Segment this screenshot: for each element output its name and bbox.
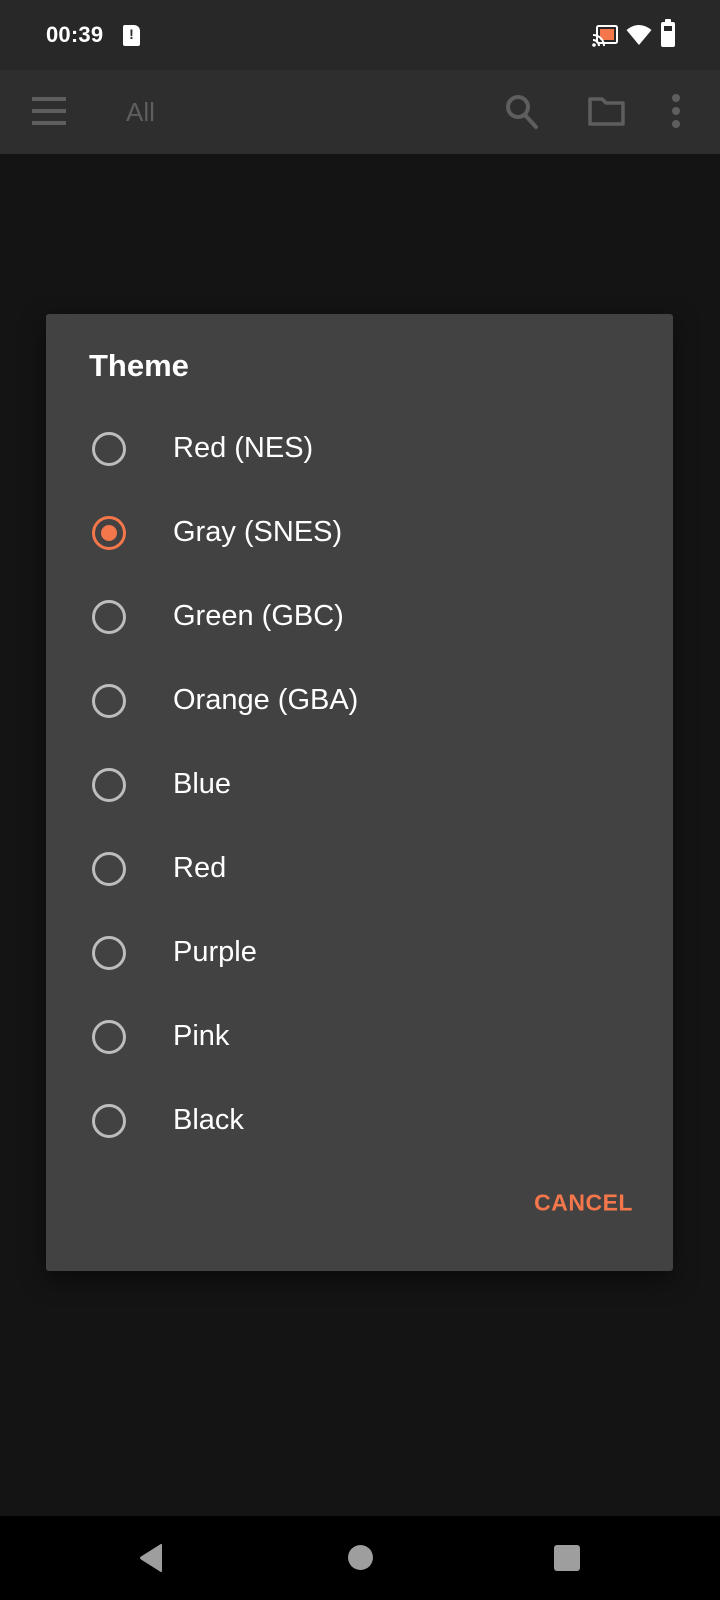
- battery-icon: [661, 19, 675, 47]
- radio-button-unchecked[interactable]: [92, 1104, 126, 1138]
- theme-option-label: Gray (SNES): [173, 516, 343, 548]
- cancel-button[interactable]: CANCEL: [534, 1190, 633, 1217]
- theme-option-label: Black: [173, 1104, 244, 1136]
- status-bar: 00:39: [0, 0, 720, 70]
- theme-option[interactable]: Purple: [46, 911, 673, 995]
- radio-button-unchecked[interactable]: [92, 600, 126, 634]
- dialog-title: Theme: [89, 348, 189, 383]
- app-title: All: [126, 97, 155, 127]
- theme-option[interactable]: Pink: [46, 995, 673, 1079]
- theme-option-label: Orange (GBA): [173, 684, 359, 716]
- app-bar: All: [0, 70, 720, 154]
- theme-option[interactable]: Red (NES): [46, 407, 673, 491]
- theme-option[interactable]: Blue: [46, 743, 673, 827]
- navigation-bar: [0, 1516, 720, 1600]
- search-icon[interactable]: [505, 94, 539, 130]
- home-icon[interactable]: [348, 1545, 373, 1570]
- theme-option[interactable]: Green (GBC): [46, 575, 673, 659]
- radio-button-unchecked[interactable]: [92, 936, 126, 970]
- radio-button-unchecked[interactable]: [92, 432, 126, 466]
- sim-alert-icon: [123, 25, 140, 46]
- theme-dialog: Theme Red (NES) Gray (SNES) Green (GBC) Ora…: [46, 314, 673, 1271]
- theme-option-label: Purple: [173, 936, 257, 968]
- theme-option-label: Blue: [173, 768, 232, 800]
- cast-icon: [592, 25, 618, 47]
- theme-option[interactable]: Orange (GBA): [46, 659, 673, 743]
- radio-button-unchecked[interactable]: [92, 684, 126, 718]
- folder-icon[interactable]: [588, 96, 626, 126]
- back-icon[interactable]: [138, 1543, 164, 1573]
- more-vert-icon[interactable]: [670, 94, 682, 128]
- radio-button-unchecked[interactable]: [92, 1020, 126, 1054]
- theme-option-label: Red (NES): [173, 432, 314, 464]
- theme-option-label: Red: [173, 852, 227, 884]
- status-time: 00:39: [46, 22, 104, 47]
- recents-icon[interactable]: [554, 1545, 580, 1571]
- menu-icon[interactable]: [32, 97, 66, 127]
- radio-button-unchecked[interactable]: [92, 768, 126, 802]
- theme-option[interactable]: Red: [46, 827, 673, 911]
- radio-button-checked[interactable]: [92, 516, 126, 550]
- theme-option[interactable]: Gray (SNES): [46, 491, 673, 575]
- wifi-icon: [626, 25, 652, 45]
- theme-option-label: Pink: [173, 1020, 230, 1052]
- theme-option-label: Green (GBC): [173, 600, 344, 632]
- theme-option[interactable]: Black: [46, 1079, 673, 1163]
- radio-button-unchecked[interactable]: [92, 852, 126, 886]
